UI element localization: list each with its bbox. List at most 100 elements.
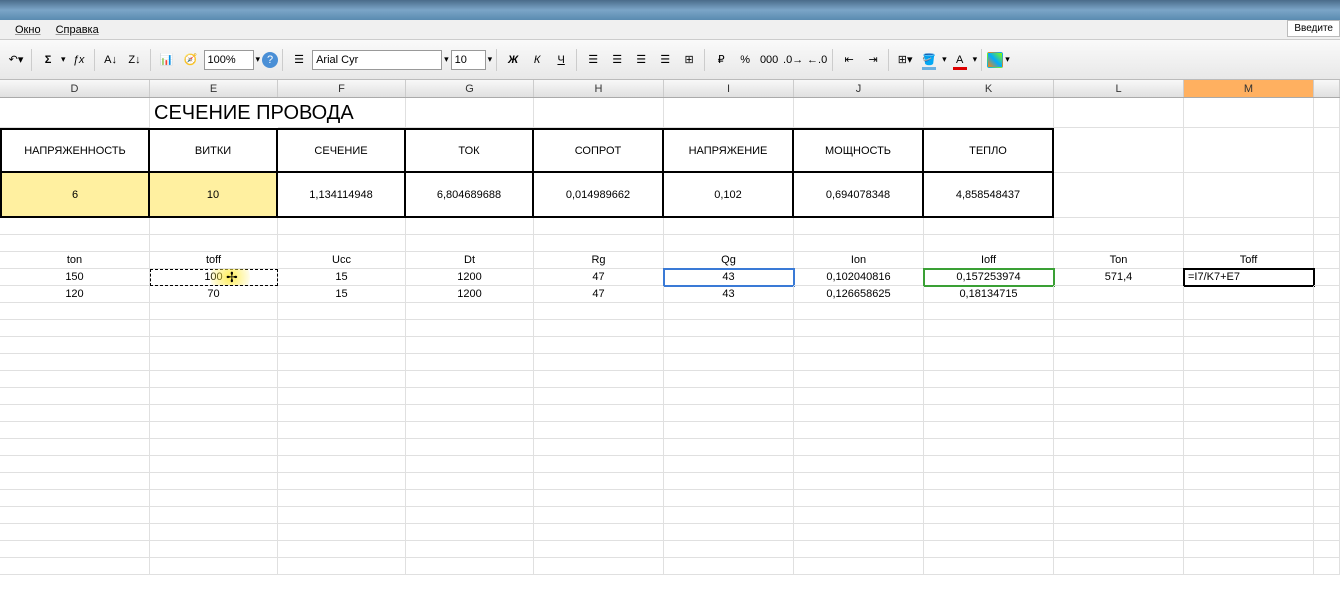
cell[interactable] [1314,524,1340,541]
cell[interactable] [924,439,1054,456]
cell[interactable] [406,337,534,354]
param-header[interactable]: Qg [664,252,794,269]
box-header[interactable]: НАПРЯЖЕНИЕ [664,128,794,173]
cell[interactable] [278,507,406,524]
cell[interactable] [1184,371,1314,388]
cell[interactable] [794,473,924,490]
cell[interactable] [1314,320,1340,337]
navigator-icon[interactable]: 🧭 [180,49,202,71]
cell[interactable] [0,524,150,541]
italic-icon[interactable]: К [526,49,548,71]
cell[interactable] [1184,303,1314,320]
cell[interactable] [534,303,664,320]
cell[interactable] [924,98,1054,128]
cell[interactable] [794,354,924,371]
cell[interactable] [150,541,278,558]
cell[interactable] [794,235,924,252]
dec-indent-icon[interactable]: ⇤ [838,49,860,71]
cell[interactable] [1184,490,1314,507]
chart-icon[interactable]: 📊 [156,49,178,71]
col-header-J[interactable]: J [794,80,924,97]
cell[interactable] [1314,473,1340,490]
sort-desc-icon[interactable]: Z↓ [124,49,146,71]
col-header-L[interactable]: L [1054,80,1184,97]
cell[interactable] [1054,128,1184,173]
param-value[interactable]: 43 [664,286,794,303]
cell[interactable] [924,507,1054,524]
box-value[interactable]: 1,134114948 [278,173,406,218]
cell[interactable] [278,456,406,473]
cell[interactable] [794,337,924,354]
cell[interactable] [1314,303,1340,320]
col-header-D[interactable]: D [0,80,150,97]
cell[interactable] [1314,405,1340,422]
cell[interactable] [1184,524,1314,541]
cell[interactable] [664,235,794,252]
cell[interactable] [278,422,406,439]
param-header[interactable]: Ioff [924,252,1054,269]
cell[interactable] [278,371,406,388]
cell[interactable] [534,456,664,473]
cell[interactable] [150,371,278,388]
cell[interactable] [150,337,278,354]
cell[interactable] [150,524,278,541]
box-header[interactable]: ТОК [406,128,534,173]
cell[interactable] [664,405,794,422]
param-value[interactable] [1184,286,1314,303]
cell[interactable] [534,98,664,128]
param-value-ref-green[interactable]: 0,157253974 [924,269,1054,286]
cell[interactable] [1054,507,1184,524]
cell[interactable] [0,98,150,128]
cell[interactable] [0,490,150,507]
col-header-I[interactable]: I [664,80,794,97]
bullets-icon[interactable]: ☰ [288,49,310,71]
cell[interactable] [664,388,794,405]
cell[interactable] [0,405,150,422]
box-header[interactable]: ВИТКИ [150,128,278,173]
param-value-marching[interactable]: 100 ✢ [150,269,278,286]
sigma-icon[interactable]: Σ [37,49,59,71]
cell[interactable] [406,371,534,388]
cell[interactable] [406,490,534,507]
cell[interactable] [534,541,664,558]
active-formula-cell[interactable]: =I7/K7+E7 [1184,269,1314,286]
dropdown-icon[interactable]: ▾ [61,54,66,65]
cell[interactable] [1314,269,1340,286]
cell[interactable] [406,320,534,337]
cell[interactable] [1314,252,1340,269]
cell[interactable] [278,235,406,252]
cell[interactable] [150,558,278,575]
cell[interactable] [664,558,794,575]
dropdown-icon[interactable]: ▾ [256,54,261,65]
cell[interactable] [1054,405,1184,422]
cell[interactable] [534,405,664,422]
cell[interactable] [1314,541,1340,558]
cell[interactable] [1184,456,1314,473]
borders-icon[interactable]: ⊞▾ [894,49,916,71]
cell[interactable] [924,473,1054,490]
cell[interactable] [534,354,664,371]
dropdown-icon[interactable]: ▾ [973,54,978,65]
cell[interactable] [534,371,664,388]
cell[interactable] [664,98,794,128]
cell[interactable] [1314,422,1340,439]
cell[interactable] [150,456,278,473]
dropdown-icon[interactable]: ▾ [1005,54,1010,65]
cell[interactable] [664,439,794,456]
cell[interactable] [1314,173,1340,218]
fill-color-icon[interactable]: 🪣 [918,49,940,71]
cell[interactable] [534,524,664,541]
cell[interactable] [1184,422,1314,439]
cell[interactable] [794,371,924,388]
cell[interactable] [1184,218,1314,235]
cell[interactable] [924,337,1054,354]
cell[interactable] [1184,507,1314,524]
cell[interactable] [664,218,794,235]
cell[interactable] [794,456,924,473]
cell[interactable] [794,98,924,128]
cell[interactable] [1054,173,1184,218]
cell[interactable] [1184,473,1314,490]
cell[interactable] [0,388,150,405]
cell[interactable] [924,405,1054,422]
box-header[interactable]: ТЕПЛО [924,128,1054,173]
